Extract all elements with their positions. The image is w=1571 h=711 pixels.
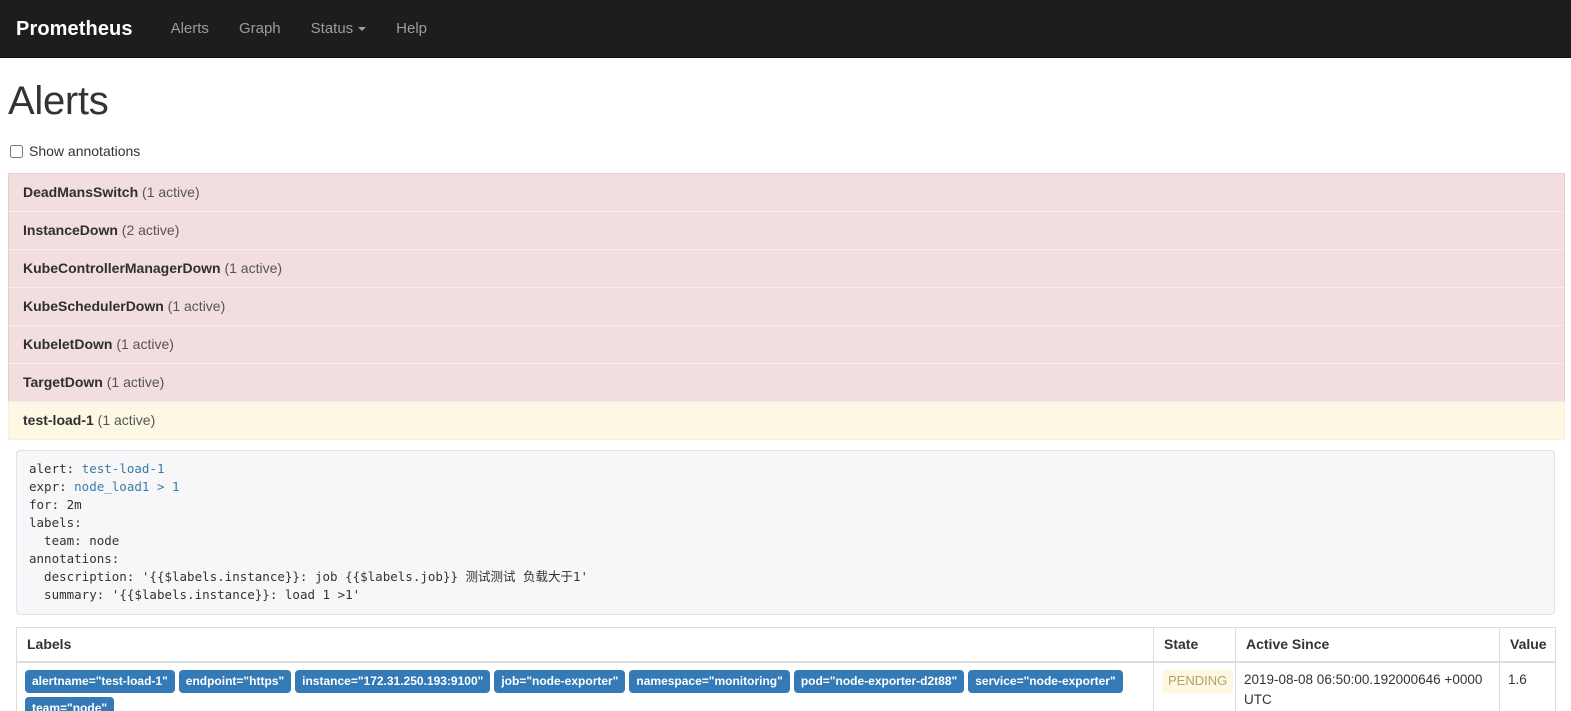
column-header-state: State xyxy=(1153,627,1236,663)
alert-group-count: (2 active) xyxy=(117,222,180,238)
rule-line-key: expr: xyxy=(29,479,75,494)
rule-line-key: summary: xyxy=(29,587,112,602)
alert-group-name: TargetDown xyxy=(23,374,103,390)
nav-item-help[interactable]: Help xyxy=(381,0,442,58)
rule-line-key: alert: xyxy=(29,461,82,476)
nav-label-graph: Graph xyxy=(238,19,281,37)
nav-links: Alerts Graph Status Help xyxy=(156,0,442,58)
column-header-value: Value xyxy=(1499,627,1556,663)
cell-active-since: 2019-08-08 06:50:00.192000646 +0000 UTC xyxy=(1235,661,1500,711)
table-row: alertname="test-load-1" endpoint="https" i… xyxy=(16,661,1556,711)
alert-group-name: InstanceDown xyxy=(23,222,118,238)
alert-group-count: (1 active) xyxy=(163,298,226,314)
nav-item-alerts[interactable]: Alerts xyxy=(156,0,224,58)
brand-prometheus[interactable]: Prometheus xyxy=(8,0,148,58)
label-badge[interactable]: instance="172.31.250.193:9100" xyxy=(295,670,491,693)
rule-line-value: node xyxy=(89,533,120,548)
rule-line-key: annotations: xyxy=(29,551,120,566)
alert-group-row[interactable]: InstanceDown (2 active) xyxy=(8,212,1565,250)
chevron-down-icon xyxy=(358,26,367,31)
alert-group-row[interactable]: TargetDown (1 active) xyxy=(8,364,1565,402)
label-badge[interactable]: endpoint="https" xyxy=(178,670,292,693)
rule-line-value: 2m xyxy=(66,497,82,512)
alert-group-name: KubeControllerManagerDown xyxy=(23,260,221,276)
cell-state: PENDING xyxy=(1153,661,1236,711)
nav-label-status: Status xyxy=(310,19,354,37)
cell-labels: alertname="test-load-1" endpoint="https" i… xyxy=(16,661,1154,711)
alert-group-name: KubeletDown xyxy=(23,336,113,352)
nav-label-alerts: Alerts xyxy=(170,19,209,37)
alert-group-name: test-load-1 xyxy=(23,412,94,428)
rule-line-value: test-load-1 xyxy=(81,461,165,476)
status-badge: PENDING xyxy=(1162,670,1234,693)
alert-group-count: (1 active) xyxy=(93,412,156,428)
label-badge[interactable]: pod="node-exporter-d2t88" xyxy=(793,670,965,693)
rule-line-key: description: xyxy=(29,569,142,584)
rule-line-value: '{{$labels.instance}}: load 1 >1' xyxy=(111,587,361,602)
nav-label-help: Help xyxy=(396,19,428,37)
alert-group-row[interactable]: KubeletDown (1 active) xyxy=(8,326,1565,364)
alerts-table-body: alertname="test-load-1" endpoint="https" i… xyxy=(16,661,1556,711)
alert-group-name: KubeSchedulerDown xyxy=(23,298,164,314)
label-badge[interactable]: namespace="monitoring" xyxy=(629,670,790,693)
rule-line-key: team: xyxy=(29,533,90,548)
alert-group-name: DeadMansSwitch xyxy=(23,184,139,200)
alert-group-row[interactable]: DeadMansSwitch (1 active) xyxy=(8,173,1565,212)
alerts-table: Labels State Active Since Value alertnam… xyxy=(16,627,1556,711)
alert-group-row[interactable]: test-load-1 (1 active) xyxy=(8,402,1565,440)
alert-group-list: DeadMansSwitch (1 active) InstanceDown (2… xyxy=(8,173,1565,440)
alert-group-count: (1 active) xyxy=(138,184,200,200)
alert-group-row[interactable]: KubeSchedulerDown (1 active) xyxy=(8,288,1565,326)
rule-line-key: for: xyxy=(29,497,67,512)
table-header-row: Labels State Active Since Value xyxy=(16,627,1556,663)
label-badge[interactable]: service="node-exporter" xyxy=(968,670,1123,693)
rule-line-key: labels: xyxy=(29,515,82,530)
alert-rule-definition: alert: test-load-1 expr: node_load1 > 1 … xyxy=(16,450,1555,615)
column-header-labels: Labels xyxy=(16,627,1154,663)
page-container: Alerts Show annotations DeadMansSwitch (… xyxy=(0,79,1571,711)
alert-group-count: (1 active) xyxy=(102,374,165,390)
show-annotations-row: Show annotations xyxy=(8,143,1563,159)
nav-item-graph[interactable]: Graph xyxy=(224,0,296,58)
alerts-table-wrapper: Labels State Active Since Value alertnam… xyxy=(16,627,1556,711)
rule-line-value: node_load1 > 1 xyxy=(74,479,180,494)
alert-group-count: (1 active) xyxy=(112,336,174,352)
alert-group-count: (1 active) xyxy=(220,260,283,276)
label-badge[interactable]: job="node-exporter" xyxy=(494,670,626,693)
nav-item-status[interactable]: Status xyxy=(296,0,382,58)
top-navbar: Prometheus Alerts Graph Status Help xyxy=(0,0,1571,58)
alert-group-row[interactable]: KubeControllerManagerDown (1 active) xyxy=(8,250,1565,288)
label-badge[interactable]: team="node" xyxy=(25,697,115,711)
cell-value: 1.6 xyxy=(1499,661,1556,711)
column-header-active-since: Active Since xyxy=(1235,627,1500,663)
label-badge[interactable]: alertname="test-load-1" xyxy=(25,670,175,693)
page-title: Alerts xyxy=(8,79,109,123)
show-annotations-label[interactable]: Show annotations xyxy=(29,143,140,159)
rule-line-value: '{{$labels.instance}}: job {{$labels.job… xyxy=(141,569,589,584)
show-annotations-checkbox[interactable] xyxy=(10,144,23,158)
